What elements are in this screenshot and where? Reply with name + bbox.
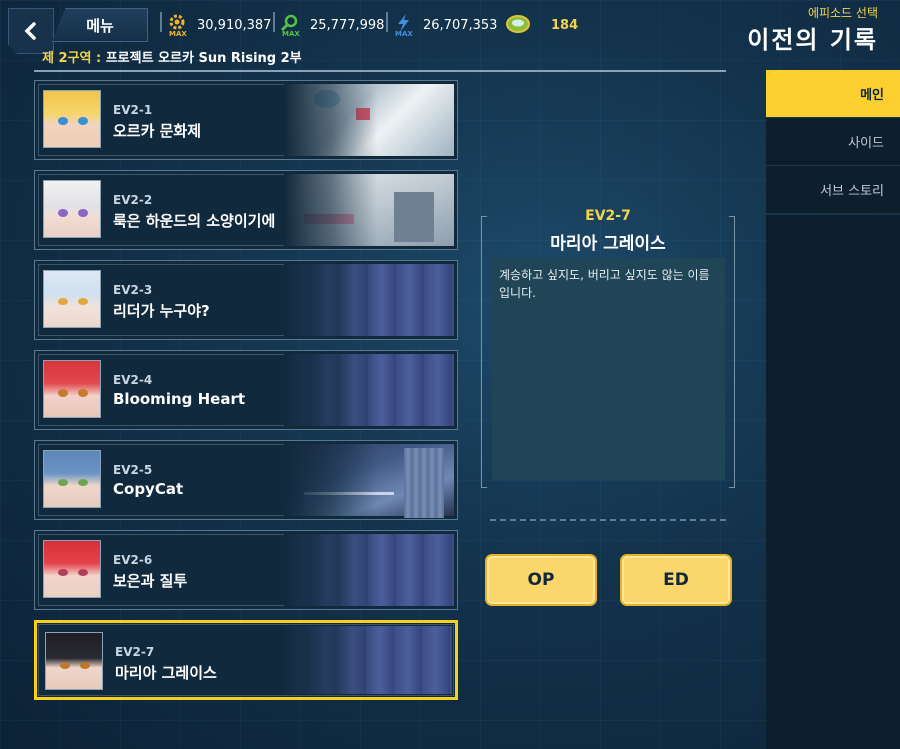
tab-panel-background <box>766 215 900 749</box>
max-badge: MAX <box>282 30 300 38</box>
episode-item[interactable]: EV2-3 리더가 누구야? <box>34 260 458 340</box>
resource-value: 30,910,387 <box>197 17 272 33</box>
bracket-decoration <box>729 216 735 488</box>
character-portrait <box>43 360 101 418</box>
resource-green: MAX 25,777,998 <box>278 13 385 38</box>
detail-description: 계승하고 싶지도, 버리고 싶지도 않는 이름입니다. <box>492 258 725 480</box>
menu-button-label: 메뉴 <box>86 16 114 35</box>
tab-main[interactable]: 메인 <box>766 70 900 118</box>
episode-code: EV2-6 <box>113 553 153 567</box>
episode-thumbnail <box>284 444 454 518</box>
episode-thumbnail <box>282 626 452 694</box>
episode-item[interactable]: EV2-6 보은과 질투 <box>34 530 458 610</box>
episode-name: 리더가 누구야? <box>113 302 210 320</box>
region-label: 제 2구역 : <box>42 51 102 66</box>
episode-item[interactable]: EV2-4 Blooming Heart <box>34 350 458 430</box>
episode-thumbnail <box>284 534 454 606</box>
resource-coin: 184 <box>505 13 578 37</box>
tab-label: 서브 스토리 <box>820 184 884 199</box>
op-button[interactable]: OP <box>485 554 597 606</box>
resource-divider <box>160 12 162 32</box>
chevron-left-icon <box>24 22 36 40</box>
tool-icon: MAX <box>278 13 304 38</box>
menu-button[interactable]: 메뉴 <box>52 8 148 42</box>
tab-side[interactable]: 사이드 <box>766 118 900 166</box>
coin-icon <box>505 13 531 37</box>
episode-name: Blooming Heart <box>113 390 246 408</box>
episode-name: 마리아 그레이스 <box>115 664 217 682</box>
resource-value: 184 <box>551 17 579 33</box>
character-portrait <box>43 540 101 598</box>
episode-select-label: 에피소드 선택 <box>807 6 878 20</box>
ed-button-label: ED <box>663 570 689 590</box>
episode-name: 룩은 하운드의 소양이기에 <box>113 212 276 230</box>
episode-item-selected[interactable]: EV2-7 마리아 그레이스 <box>34 620 458 700</box>
episode-thumbnail <box>284 264 454 336</box>
character-portrait <box>45 632 103 690</box>
ed-button[interactable]: ED <box>620 554 732 606</box>
character-portrait <box>43 90 101 148</box>
resource-value: 25,777,998 <box>310 17 385 33</box>
detail-episode-name: 마리아 그레이스 <box>550 234 666 254</box>
region-header: 제 2구역 : 프로젝트 오르카 Sun Rising 2부 <box>42 47 302 66</box>
episode-name: CopyCat <box>113 480 184 498</box>
resource-divider <box>273 12 275 32</box>
character-portrait <box>43 450 101 508</box>
character-portrait <box>43 270 101 328</box>
episode-name: 보은과 질투 <box>113 572 188 590</box>
resource-divider <box>386 12 388 32</box>
resource-blue: MAX 26,707,353 <box>391 13 498 38</box>
episode-thumbnail <box>284 174 454 246</box>
tab-label: 메인 <box>860 88 884 103</box>
lightning-icon: MAX <box>391 13 417 38</box>
episode-name: 오르카 문화제 <box>113 122 202 140</box>
tab-label: 사이드 <box>848 136 884 151</box>
dashed-divider <box>490 519 726 521</box>
region-name: 프로젝트 오르카 Sun Rising 2부 <box>105 51 302 66</box>
episode-code: EV2-7 <box>115 645 155 659</box>
episode-code: EV2-5 <box>113 463 153 477</box>
gear-icon: MAX <box>165 13 191 38</box>
resource-gear: MAX 30,910,387 <box>165 13 272 38</box>
episode-detail-panel: EV2-7 마리아 그레이스 계승하고 싶지도, 버리고 싶지도 않는 이름입니… <box>481 208 735 488</box>
resource-value: 26,707,353 <box>423 17 498 33</box>
max-badge: MAX <box>395 30 413 38</box>
episode-item[interactable]: EV2-5 CopyCat <box>34 440 458 520</box>
episode-code: EV2-3 <box>113 283 153 297</box>
op-button-label: OP <box>527 570 555 590</box>
episode-item[interactable]: EV2-2 룩은 하운드의 소양이기에 <box>34 170 458 250</box>
tab-corner-decoration <box>766 70 774 78</box>
detail-episode-code: EV2-7 <box>585 208 631 224</box>
max-badge: MAX <box>169 30 187 38</box>
episode-code: EV2-2 <box>113 193 153 207</box>
episode-item[interactable]: EV2-1 오르카 문화제 <box>34 80 458 160</box>
bracket-decoration <box>481 216 487 488</box>
character-portrait <box>43 180 101 238</box>
episode-thumbnail <box>284 354 454 426</box>
page-title: 이전의 기록 <box>747 26 878 54</box>
header-divider <box>34 70 726 72</box>
episode-code: EV2-4 <box>113 373 153 387</box>
tab-sub-story[interactable]: 서브 스토리 <box>766 166 900 214</box>
episode-code: EV2-1 <box>113 103 153 117</box>
episode-thumbnail <box>284 84 454 156</box>
